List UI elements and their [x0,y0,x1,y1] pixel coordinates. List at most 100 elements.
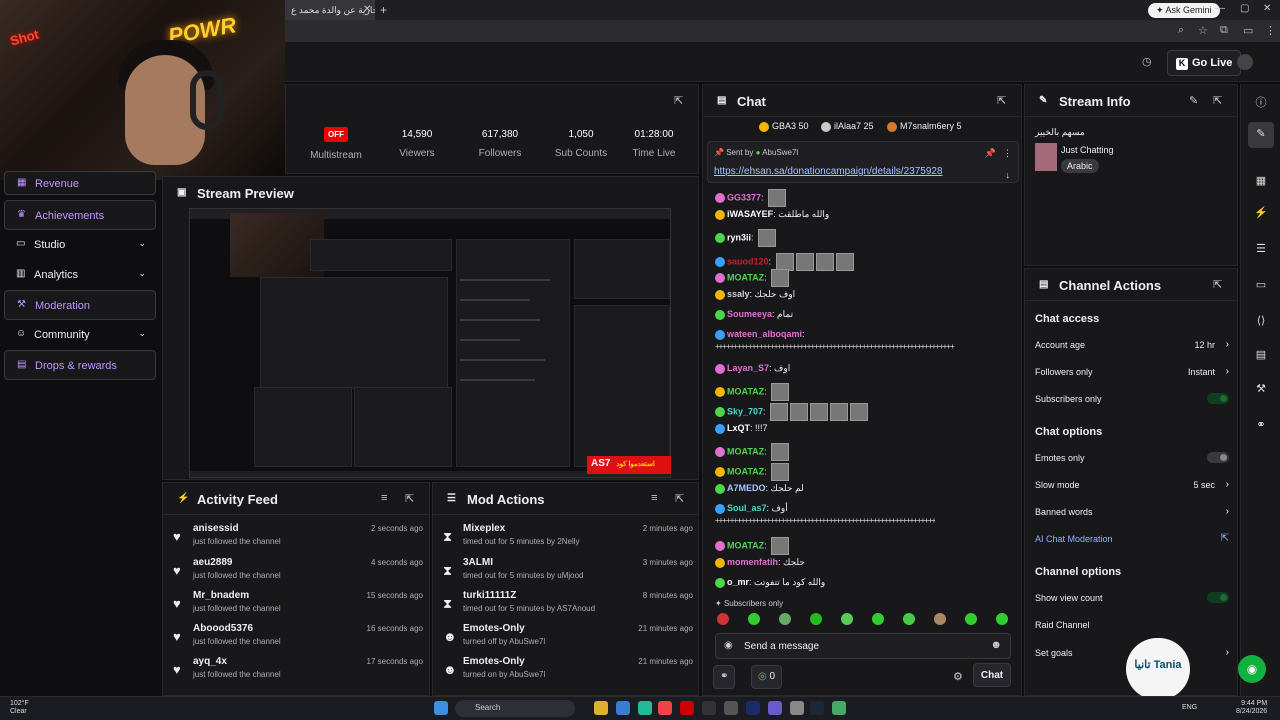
chat-input[interactable]: ◉ Send a message ☻ [715,633,1011,659]
chat-username[interactable]: wateen_alboqami [727,329,802,339]
language-indicator[interactable]: ENG [1182,704,1197,711]
chat-emote[interactable] [850,403,869,421]
emote-icon[interactable] [903,613,915,625]
chat-username[interactable]: A7MEDO [727,483,766,493]
chat-emote[interactable] [771,383,790,401]
subscribers-only-toggle[interactable] [1207,393,1229,404]
chat-username[interactable]: Soumeeya [727,309,772,319]
chat-emote[interactable] [810,403,829,421]
chat-emote[interactable] [795,253,814,271]
stream-preview-video[interactable] [189,208,671,478]
popout-icon[interactable]: ⇱ [674,94,683,107]
chat-icon[interactable]: ▭ [1251,278,1271,298]
app-icon[interactable] [702,701,716,715]
chat-username[interactable]: Layan_S7 [727,363,769,373]
sidebar-item-community[interactable]: ☺ Community ⌄ [4,320,156,350]
sidebar-item-achievements[interactable]: ♛ Achievements [4,200,156,230]
activity-user[interactable]: Aboood5376 [193,623,253,634]
emote-icon[interactable] [872,613,884,625]
extensions-icon[interactable]: ⧉ [1220,24,1228,37]
top-chatter[interactable]: ilAlaa7 25 [821,121,874,132]
app-icon[interactable] [616,701,630,715]
zoom-icon[interactable]: ⌕ [1178,24,1184,37]
emote-icon[interactable] [717,613,729,625]
stats-icon[interactable]: ▦ [1251,174,1271,194]
account-age-row[interactable]: Account age 12 hr › [1035,339,1229,350]
sidebar-item-revenue[interactable]: ▦ Revenue [4,171,156,195]
sidebar-item-drops[interactable]: ▤ Drops & rewards [4,350,156,380]
mod-user[interactable]: turki11111Z [463,590,516,601]
refresh-icon[interactable]: ◷ [1142,55,1152,68]
app-icon[interactable] [746,701,760,715]
ask-gemini-button[interactable]: ✦ Ask Gemini [1148,3,1220,18]
sidebar-item-moderation[interactable]: ⚒ Moderation [4,290,156,320]
show-view-count-toggle[interactable] [1207,592,1229,603]
close-icon[interactable]: ✕ [363,4,371,15]
emote-icon[interactable] [934,613,946,625]
more-icon[interactable]: ⋮ [1003,148,1012,159]
pinned-link[interactable]: https://ehsan.sa/donationcampaign/detail… [714,166,943,177]
mod-user[interactable]: Mixeplex [463,523,505,534]
chat-username[interactable]: MOATAZ [727,466,764,476]
chat-username[interactable]: Sky_707 [727,406,763,416]
top-chatter[interactable]: M7snalm6ery 5 [887,121,962,132]
chat-username[interactable]: Soul_as7 [727,503,767,513]
sidepanel-icon[interactable]: ▭ [1243,24,1253,37]
popout-icon[interactable]: ⇱ [1213,278,1222,291]
maximize-icon[interactable]: ▢ [1240,3,1249,14]
chat-username[interactable]: sauod120 [727,256,769,266]
activity-user[interactable]: Mr_bnadem [193,590,249,601]
go-live-button[interactable]: K Go Live [1167,50,1242,76]
chat-emote[interactable] [768,189,787,207]
chat-emote[interactable] [771,537,790,555]
chrome-icon[interactable] [658,701,672,715]
mod-user[interactable]: Emotes-Only [463,623,525,634]
followers-only-row[interactable]: Followers only Instant › [1035,366,1229,377]
chat-emote[interactable] [758,229,777,247]
windows-start-icon[interactable] [434,701,448,715]
netflix-icon[interactable] [680,701,694,715]
activity-user[interactable]: ayq_4x [193,656,227,667]
chat-emote[interactable] [771,269,790,287]
chat-emote[interactable] [835,253,854,271]
emoji-icon[interactable]: ☻ [990,639,1002,651]
popout-icon[interactable]: ⇱ [675,492,684,505]
banned-words-row[interactable]: Banned words › [1035,506,1229,517]
steam-icon[interactable] [810,701,824,715]
chat-username[interactable]: MOATAZ [727,446,764,456]
filter-icon[interactable]: ≡ [651,492,657,504]
chat-username[interactable]: MOATAZ [727,272,764,282]
chat-username[interactable]: MOATAZ [727,540,764,550]
address-bar[interactable]: ⌕ ☆ ⧉ ▭ ⋮ [285,20,1280,42]
popout-icon[interactable]: ⇱ [405,492,414,505]
chat-emote[interactable] [830,403,849,421]
link-icon-button[interactable]: ⚭ [713,665,736,689]
pin-icon[interactable]: 📌 [985,148,996,159]
emote-icon[interactable] [779,613,791,625]
support-chat-button[interactable]: ◉ [1238,655,1266,683]
chat-username[interactable]: iWASAYEF [727,209,773,219]
chat-send-button[interactable]: Chat [973,663,1011,687]
activity-user[interactable]: aeu2889 [193,557,232,568]
sidebar-item-studio[interactable]: ▭ Studio ⌄ [4,230,156,260]
slow-mode-row[interactable]: Slow mode 5 sec › [1035,479,1229,490]
filter-icon[interactable]: ≡ [381,492,387,504]
mod-user[interactable]: Emotes-Only [463,656,525,667]
chat-emote[interactable] [815,253,834,271]
chat-username[interactable]: GG3377 [727,192,761,202]
info-icon[interactable]: ⓘ [1251,94,1271,114]
chat-emote[interactable] [771,443,790,461]
emote-icon[interactable] [810,613,822,625]
chat-username[interactable]: ryn3ii [727,232,751,242]
popout-icon[interactable]: ⇱ [1213,94,1222,107]
mention-icon[interactable]: ◉ [724,640,733,651]
emote-icon[interactable] [841,613,853,625]
app-icon[interactable] [832,701,846,715]
channel-points-button[interactable]: ◎ 0 [751,665,783,689]
emote-icon[interactable] [748,613,760,625]
layers-icon[interactable]: ▤ [1251,348,1271,368]
chat-username[interactable]: MOATAZ [727,386,764,396]
sidebar-item-analytics[interactable]: ▥ Analytics ⌄ [4,260,156,290]
emotes-only-toggle[interactable] [1207,452,1229,463]
chat-username[interactable]: momenfatih [727,557,778,567]
